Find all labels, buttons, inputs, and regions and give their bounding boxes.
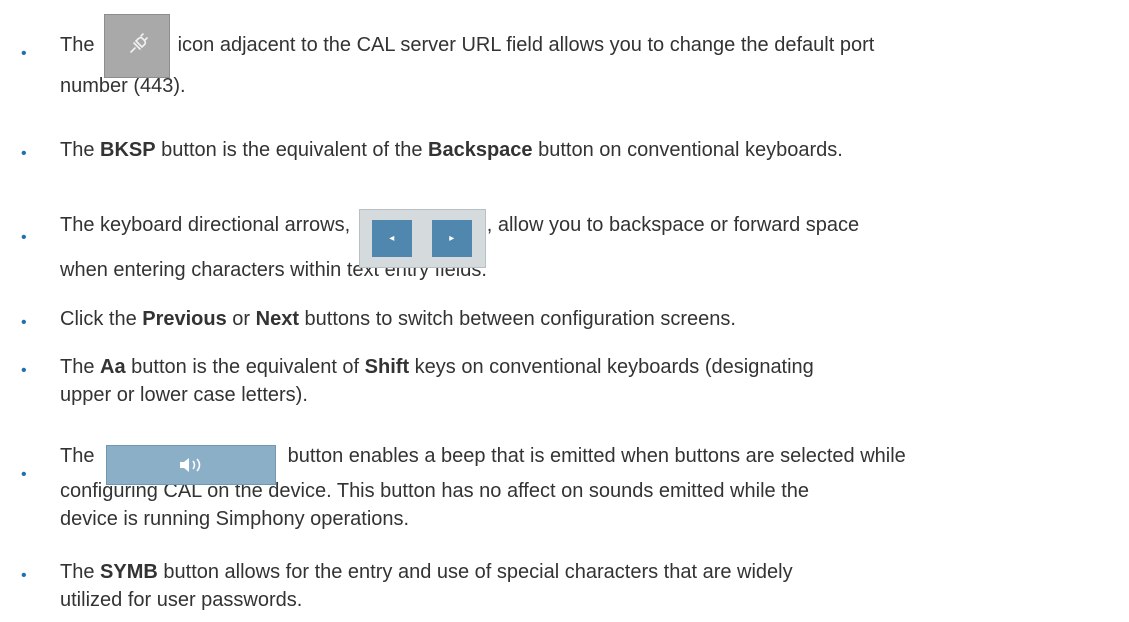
item-text-line2: utilized for user passwords. <box>60 589 303 611</box>
item-bold: Next <box>255 308 299 330</box>
list-item-shift: The Aa button is the equivalent of Shift… <box>60 353 814 409</box>
bullet: • <box>21 567 27 584</box>
item-bold: SYMB <box>100 561 158 583</box>
plug-icon <box>104 14 171 78</box>
item-text: Click the <box>60 308 143 330</box>
list-item-sound: The button enables a beep that is emitte… <box>60 427 906 533</box>
item-text: icon adjacent to the CAL server URL fiel… <box>172 34 875 56</box>
list-item-arrows: The keyboard directional arrows, ◂ ▸ , a… <box>60 182 859 284</box>
item-text: button is the equivalent of the <box>155 139 429 161</box>
item-text-line3: device is running Simphony operations. <box>60 508 410 530</box>
arrow-right-icon: ▸ <box>431 220 472 257</box>
item-text: button allows for the entry and use of s… <box>157 561 793 583</box>
list-item-symb: The SYMB button allows for the entry and… <box>60 558 793 614</box>
arrow-buttons-image: ◂ ▸ <box>358 209 486 268</box>
item-text: button is the equivalent of <box>125 356 365 378</box>
item-text: or <box>226 308 256 330</box>
sound-icon <box>106 445 277 485</box>
item-text: The <box>60 561 101 583</box>
list-item-previous-next: Click the Previous or Next buttons to sw… <box>60 305 736 333</box>
arrow-left-icon: ◂ <box>371 220 412 257</box>
list-item-bksp: The BKSP button is the equivalent of the… <box>60 136 843 164</box>
item-text: buttons to switch between configuration … <box>299 308 736 330</box>
item-text: The <box>60 139 101 161</box>
bullet: • <box>21 362 27 379</box>
item-text: button on conventional keyboards. <box>532 139 843 161</box>
item-bold: Backspace <box>428 139 533 161</box>
item-text: The <box>60 34 101 56</box>
item-text: The <box>60 356 101 378</box>
list-item-port-icon: The icon adjacent to the CAL server URL … <box>60 12 874 100</box>
item-bold: Previous <box>142 308 227 330</box>
item-text: button enables a beep that is emitted wh… <box>282 445 906 467</box>
item-text: keys on conventional keyboards (designat… <box>409 356 814 378</box>
item-text-line2: upper or lower case letters). <box>60 384 308 406</box>
item-text: The keyboard directional arrows, <box>60 214 356 236</box>
bullet: • <box>21 314 27 331</box>
item-bold: BKSP <box>100 139 156 161</box>
item-text: , allow you to backspace or forward spac… <box>486 214 860 236</box>
bullet: • <box>21 45 27 62</box>
bullet: • <box>21 466 27 483</box>
bullet: • <box>21 229 27 246</box>
item-bold: Aa <box>100 356 126 378</box>
item-text: The <box>60 445 101 467</box>
bullet: • <box>21 145 27 162</box>
item-bold: Shift <box>364 356 410 378</box>
